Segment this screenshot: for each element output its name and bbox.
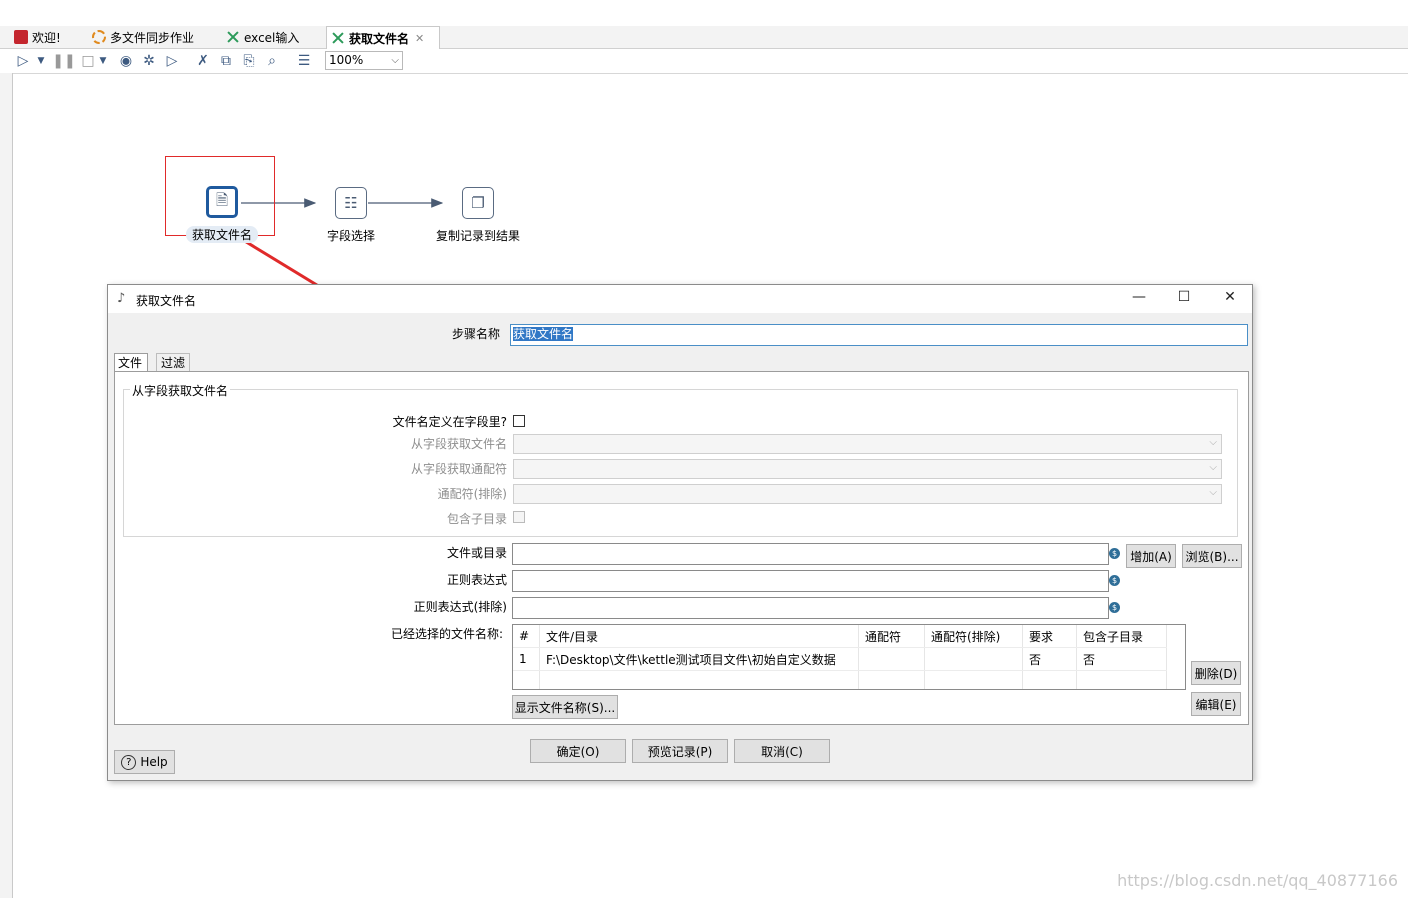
table-header-row: # 文件/目录 通配符 通配符(排除) 要求 包含子目录 bbox=[513, 625, 1167, 648]
filename-in-field-label: 文件名定义在字段里? bbox=[392, 415, 507, 429]
table-row[interactable]: 1 F:\Desktop\文件\kettle测试项目文件\初始自定义数据 否 否 bbox=[513, 647, 1167, 671]
minimize-icon[interactable]: — bbox=[1129, 289, 1149, 309]
group-title: 从字段获取文件名 bbox=[130, 382, 231, 399]
get-file-names-icon: 🗎 bbox=[215, 190, 229, 209]
filename-in-field-checkbox[interactable] bbox=[513, 415, 525, 427]
variable-icon[interactable]: $ bbox=[1109, 548, 1120, 559]
watermark-text: https://blog.csdn.net/qq_40877166 bbox=[1117, 871, 1398, 890]
delete-button[interactable]: 删除(D) bbox=[1191, 661, 1241, 685]
maximize-icon[interactable]: ☐ bbox=[1174, 289, 1194, 309]
files-grid: # 文件/目录 通配符 通配符(排除) 要求 包含子目录 1 F:\Deskto… bbox=[513, 625, 1167, 689]
chevron-down-icon: ⌵ bbox=[1209, 487, 1217, 498]
table-cell[interactable] bbox=[858, 647, 925, 671]
chevron-down-icon: ⌵ bbox=[1209, 437, 1217, 448]
tab-file-label: 文件 bbox=[118, 356, 143, 370]
tab-filter-label: 过滤 bbox=[161, 356, 186, 370]
step-copy-rows-to-result-node[interactable]: ❐ bbox=[462, 187, 494, 219]
node-label: 复制记录到结果 bbox=[436, 229, 521, 243]
col-header[interactable]: # bbox=[513, 625, 540, 648]
help-button[interactable]: ? Help bbox=[114, 750, 175, 774]
tab-file[interactable]: 文件 bbox=[114, 353, 148, 371]
include-subdir-label: 包含子目录 bbox=[446, 512, 507, 526]
cancel-button[interactable]: 取消(C) bbox=[734, 739, 830, 763]
col-header[interactable]: 要求 bbox=[1022, 625, 1077, 648]
field-filename-label: 从字段获取文件名 bbox=[410, 437, 507, 451]
ok-button[interactable]: 确定(O) bbox=[530, 739, 626, 763]
edit-button[interactable]: 编辑(E) bbox=[1191, 692, 1241, 716]
step-name-label: 步骤名称 bbox=[451, 327, 500, 341]
get-file-names-dialog: ♪ 获取文件名 — ☐ ✕ 步骤名称 获取文件名 文件 过滤 从字段获取文件名 … bbox=[107, 284, 1253, 781]
dialog-title: 获取文件名 bbox=[136, 294, 197, 308]
add-button[interactable]: 增加(A) bbox=[1126, 544, 1176, 568]
close-icon[interactable]: ✕ bbox=[1220, 289, 1240, 309]
help-icon: ? bbox=[121, 754, 137, 770]
wildcard-exclude-select[interactable]: ⌵ bbox=[513, 484, 1222, 504]
table-cell[interactable]: 否 bbox=[1076, 647, 1167, 671]
variable-icon[interactable]: $ bbox=[1109, 575, 1120, 586]
field-filename-select[interactable]: ⌵ bbox=[513, 434, 1222, 454]
table-cell[interactable]: 否 bbox=[1022, 647, 1077, 671]
table-row[interactable] bbox=[513, 670, 1167, 689]
col-header[interactable]: 文件/目录 bbox=[539, 625, 859, 648]
regex-exclude-label: 正则表达式(排除) bbox=[413, 600, 507, 614]
tab-filter[interactable]: 过滤 bbox=[156, 353, 190, 371]
help-label: Help bbox=[140, 755, 168, 769]
col-header[interactable]: 包含子目录 bbox=[1076, 625, 1167, 648]
file-or-dir-input[interactable] bbox=[512, 543, 1109, 565]
regex-exclude-input[interactable] bbox=[512, 597, 1109, 619]
regex-input[interactable] bbox=[512, 570, 1109, 592]
regex-label: 正则表达式 bbox=[446, 573, 507, 587]
select-values-icon: ☷ bbox=[344, 194, 358, 212]
copy-rows-icon: ❐ bbox=[471, 194, 485, 212]
show-files-button[interactable]: 显示文件名称(S)... bbox=[512, 695, 618, 719]
file-or-dir-label: 文件或目录 bbox=[446, 546, 507, 560]
field-wildcard-select[interactable]: ⌵ bbox=[513, 459, 1222, 479]
col-header[interactable]: 通配符 bbox=[858, 625, 925, 648]
wildcard-exclude-label: 通配符(排除) bbox=[437, 487, 507, 501]
step-get-file-names-node[interactable]: 🗎 bbox=[206, 186, 238, 218]
selected-files-label: 已经选择的文件名称: bbox=[390, 627, 503, 641]
dialog-app-icon: ♪ bbox=[117, 291, 126, 306]
node-label: 获取文件名 bbox=[186, 226, 259, 243]
field-wildcard-label: 从字段获取通配符 bbox=[410, 462, 507, 476]
table-cell[interactable] bbox=[924, 647, 1023, 671]
node-label: 字段选择 bbox=[327, 229, 376, 243]
browse-button[interactable]: 浏览(B)... bbox=[1182, 544, 1242, 568]
col-header[interactable]: 通配符(排除) bbox=[924, 625, 1023, 648]
preview-button[interactable]: 预览记录(P) bbox=[632, 739, 728, 763]
table-cell: 1 bbox=[513, 647, 540, 671]
include-subdir-checkbox[interactable] bbox=[513, 511, 525, 523]
chevron-down-icon: ⌵ bbox=[1209, 462, 1217, 473]
step-name-value: 获取文件名 bbox=[513, 327, 574, 341]
table-cell[interactable]: F:\Desktop\文件\kettle测试项目文件\初始自定义数据 bbox=[539, 647, 859, 671]
step-select-values-node[interactable]: ☷ bbox=[335, 187, 367, 219]
step-name-input[interactable]: 获取文件名 bbox=[510, 324, 1248, 346]
dialog-titlebar: ♪ 获取文件名 — ☐ ✕ bbox=[108, 285, 1252, 313]
selected-files-table[interactable]: # 文件/目录 通配符 通配符(排除) 要求 包含子目录 1 F:\Deskto… bbox=[512, 624, 1186, 690]
variable-icon[interactable]: $ bbox=[1109, 602, 1120, 613]
